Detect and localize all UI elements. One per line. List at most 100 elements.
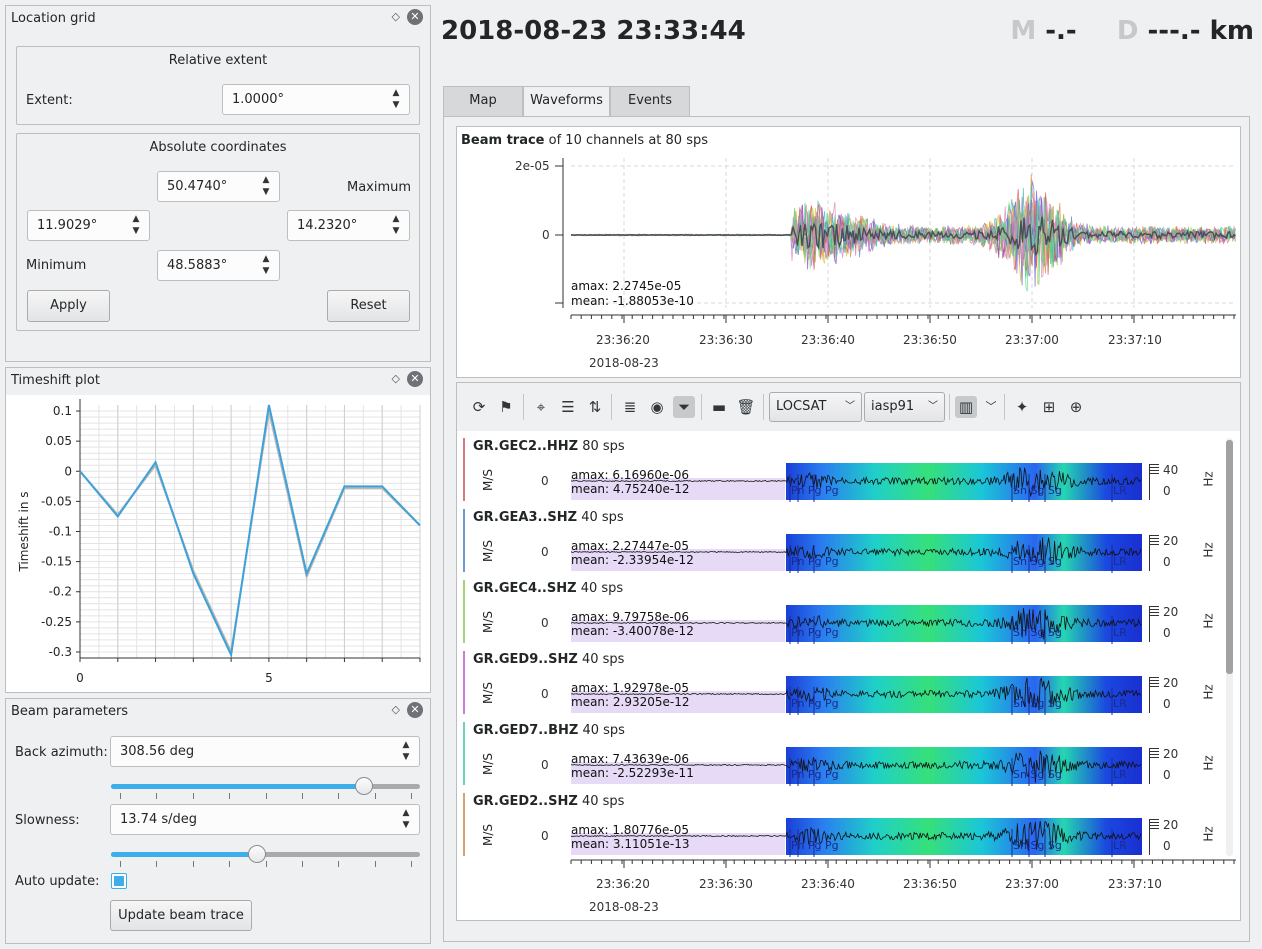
hz-scale-ticks: [1149, 677, 1159, 713]
float-icon[interactable]: ◇: [392, 703, 400, 716]
max-longitude-spinbox[interactable]: 14.2320° ▲▼: [287, 210, 410, 241]
min-longitude-value: 11.9029°: [37, 218, 97, 233]
crosshair-icon[interactable]: ⌖: [530, 396, 552, 418]
trace-station: GR.GEC4..SHZ: [473, 581, 577, 596]
scrollbar-handle[interactable]: [1226, 440, 1233, 674]
locator-value: LOCSAT: [776, 399, 826, 414]
tab-map[interactable]: Map: [443, 86, 523, 116]
filter-icon[interactable]: ⏷: [673, 396, 695, 418]
spin-arrows-icon[interactable]: ▲▼: [399, 739, 413, 764]
scrollbar-track[interactable]: [1226, 438, 1233, 856]
close-icon[interactable]: ✕: [407, 702, 423, 718]
beam-ytick: 2e-05: [515, 159, 550, 173]
depth-label: D: [1117, 16, 1139, 46]
flag-icon[interactable]: ⚑: [495, 396, 517, 418]
list-icon[interactable]: ≣: [619, 396, 641, 418]
slowness-label: Slowness:: [15, 813, 80, 828]
phase-pick-lr: LR: [1113, 484, 1127, 497]
back-azimuth-slider[interactable]: [111, 775, 420, 799]
trace-station: GR.GEC2..HHZ: [473, 439, 578, 454]
trace-station: GR.GEA3..SHZ: [473, 510, 577, 525]
trash-icon[interactable]: 🗑: [735, 396, 757, 418]
phase-pick-s: Sn Sg Sg: [1013, 626, 1062, 639]
spin-arrows-icon[interactable]: ▲▼: [259, 253, 273, 278]
traces-xtick: 23:36:40: [801, 877, 855, 891]
slider-handle[interactable]: [248, 845, 266, 863]
model-select[interactable]: iasp91 ﹀: [864, 392, 945, 422]
traces-xtick: 23:36:30: [699, 877, 753, 891]
trace-color-bar: [463, 438, 465, 501]
phase-pick-lr: LR: [1113, 697, 1127, 710]
auto-update-label: Auto update:: [15, 874, 100, 889]
table-icon[interactable]: ⊞: [1038, 396, 1060, 418]
reset-button[interactable]: Reset: [327, 290, 410, 322]
magic-wand-icon[interactable]: ✦: [1011, 396, 1033, 418]
update-beam-trace-button[interactable]: Update beam trace: [110, 900, 252, 931]
y-tick-label: -0.3: [49, 645, 72, 659]
spin-arrows-icon[interactable]: ▲▼: [389, 213, 403, 238]
trace-name: GR.GEC4..SHZ 40 sps: [473, 581, 623, 596]
trace-amax: amax: 2.27447e-05: [571, 540, 689, 553]
slowness-slider[interactable]: [111, 843, 420, 867]
phase-pick-s: Sn Sg Sg: [1013, 768, 1062, 781]
trace-amax: amax: 9.79758e-06: [571, 611, 689, 624]
trace-name: GR.GED9..SHZ 40 sps: [473, 652, 624, 667]
slider-tick: [266, 861, 267, 867]
folder-icon[interactable]: ▬: [708, 396, 730, 418]
trace-name: GR.GEC2..HHZ 80 sps: [473, 439, 625, 454]
trace-zero-tick: 0: [541, 474, 549, 488]
trace-sps: 40 sps: [582, 652, 624, 667]
spin-arrows-icon[interactable]: ▲▼: [259, 174, 273, 199]
hz-scale-bottom: 0: [1163, 697, 1171, 711]
slowness-spinbox[interactable]: 13.74 s/deg ▲▼: [110, 804, 420, 835]
eye-icon[interactable]: ◉: [646, 396, 668, 418]
timeshift-chart: 0.10.050-0.05-0.1-0.15-0.2-0.25-0.305Tim…: [6, 395, 430, 692]
y-tick-label: 0.1: [53, 404, 72, 418]
spin-arrows-icon[interactable]: ▲▼: [399, 807, 413, 832]
spectrogram-icon[interactable]: ▥: [955, 396, 977, 418]
trace-sps: 40 sps: [582, 723, 624, 738]
auto-update-checkbox[interactable]: [111, 873, 127, 889]
tab-events[interactable]: Events: [610, 86, 690, 116]
min-longitude-spinbox[interactable]: 11.9029° ▲▼: [27, 210, 150, 241]
slider-handle[interactable]: [355, 777, 373, 795]
back-azimuth-spinbox[interactable]: 308.56 deg ▲▼: [110, 736, 420, 767]
chevron-down-icon[interactable]: ﹀: [980, 396, 1002, 418]
minimum-label: Minimum: [26, 258, 86, 273]
traces-xtick: 23:37:10: [1108, 877, 1162, 891]
spin-arrows-icon[interactable]: ▲▼: [129, 213, 143, 238]
tab-waveforms[interactable]: Waveforms: [523, 86, 610, 117]
slider-fill: [111, 852, 257, 857]
align-center-icon[interactable]: ☰: [557, 396, 579, 418]
hz-unit-label: Hz: [1202, 684, 1216, 699]
slider-fill: [111, 784, 364, 789]
extent-spinbox[interactable]: 1.0000° ▲▼: [222, 84, 410, 115]
phase-pick-p: Pn Pg Pg: [791, 768, 839, 781]
target-icon[interactable]: ⊕: [1065, 396, 1087, 418]
trace-zero-tick: 0: [541, 758, 549, 772]
float-icon[interactable]: ◇: [392, 372, 400, 385]
phase-pick-p: Pn Pg Pg: [791, 697, 839, 710]
spin-arrows-icon[interactable]: ▲▼: [389, 87, 403, 112]
float-icon[interactable]: ◇: [392, 10, 400, 23]
apply-button[interactable]: Apply: [27, 290, 110, 322]
locator-select[interactable]: LOCSAT ﹀: [769, 392, 862, 422]
magnitude-depth: M -.- D ---.- km: [1010, 16, 1254, 46]
max-latitude-spinbox[interactable]: 50.4740° ▲▼: [157, 171, 280, 202]
hz-scale-bottom: 0: [1163, 839, 1171, 853]
dock-title: Beam parameters: [11, 704, 128, 719]
trace-mean: mean: 4.75240e-12: [571, 483, 690, 496]
hz-scale-ticks: [1149, 464, 1159, 500]
hz-scale-ticks: [1149, 606, 1159, 642]
slider-tick: [120, 861, 121, 867]
trace-sps: 40 sps: [581, 581, 623, 596]
hz-scale-bottom: 0: [1163, 626, 1171, 640]
beam-amax: amax: 2.2745e-05: [571, 280, 681, 293]
close-icon[interactable]: ✕: [407, 9, 423, 25]
origin-datetime: 2018-08-23 23:33:44: [441, 16, 746, 46]
close-icon[interactable]: ✕: [407, 371, 423, 387]
min-latitude-spinbox[interactable]: 48.5883° ▲▼: [157, 250, 280, 281]
refresh-icon[interactable]: ⟳: [468, 396, 490, 418]
sort-icon[interactable]: ⇅: [584, 396, 606, 418]
trace-unit: M/S: [481, 611, 495, 633]
